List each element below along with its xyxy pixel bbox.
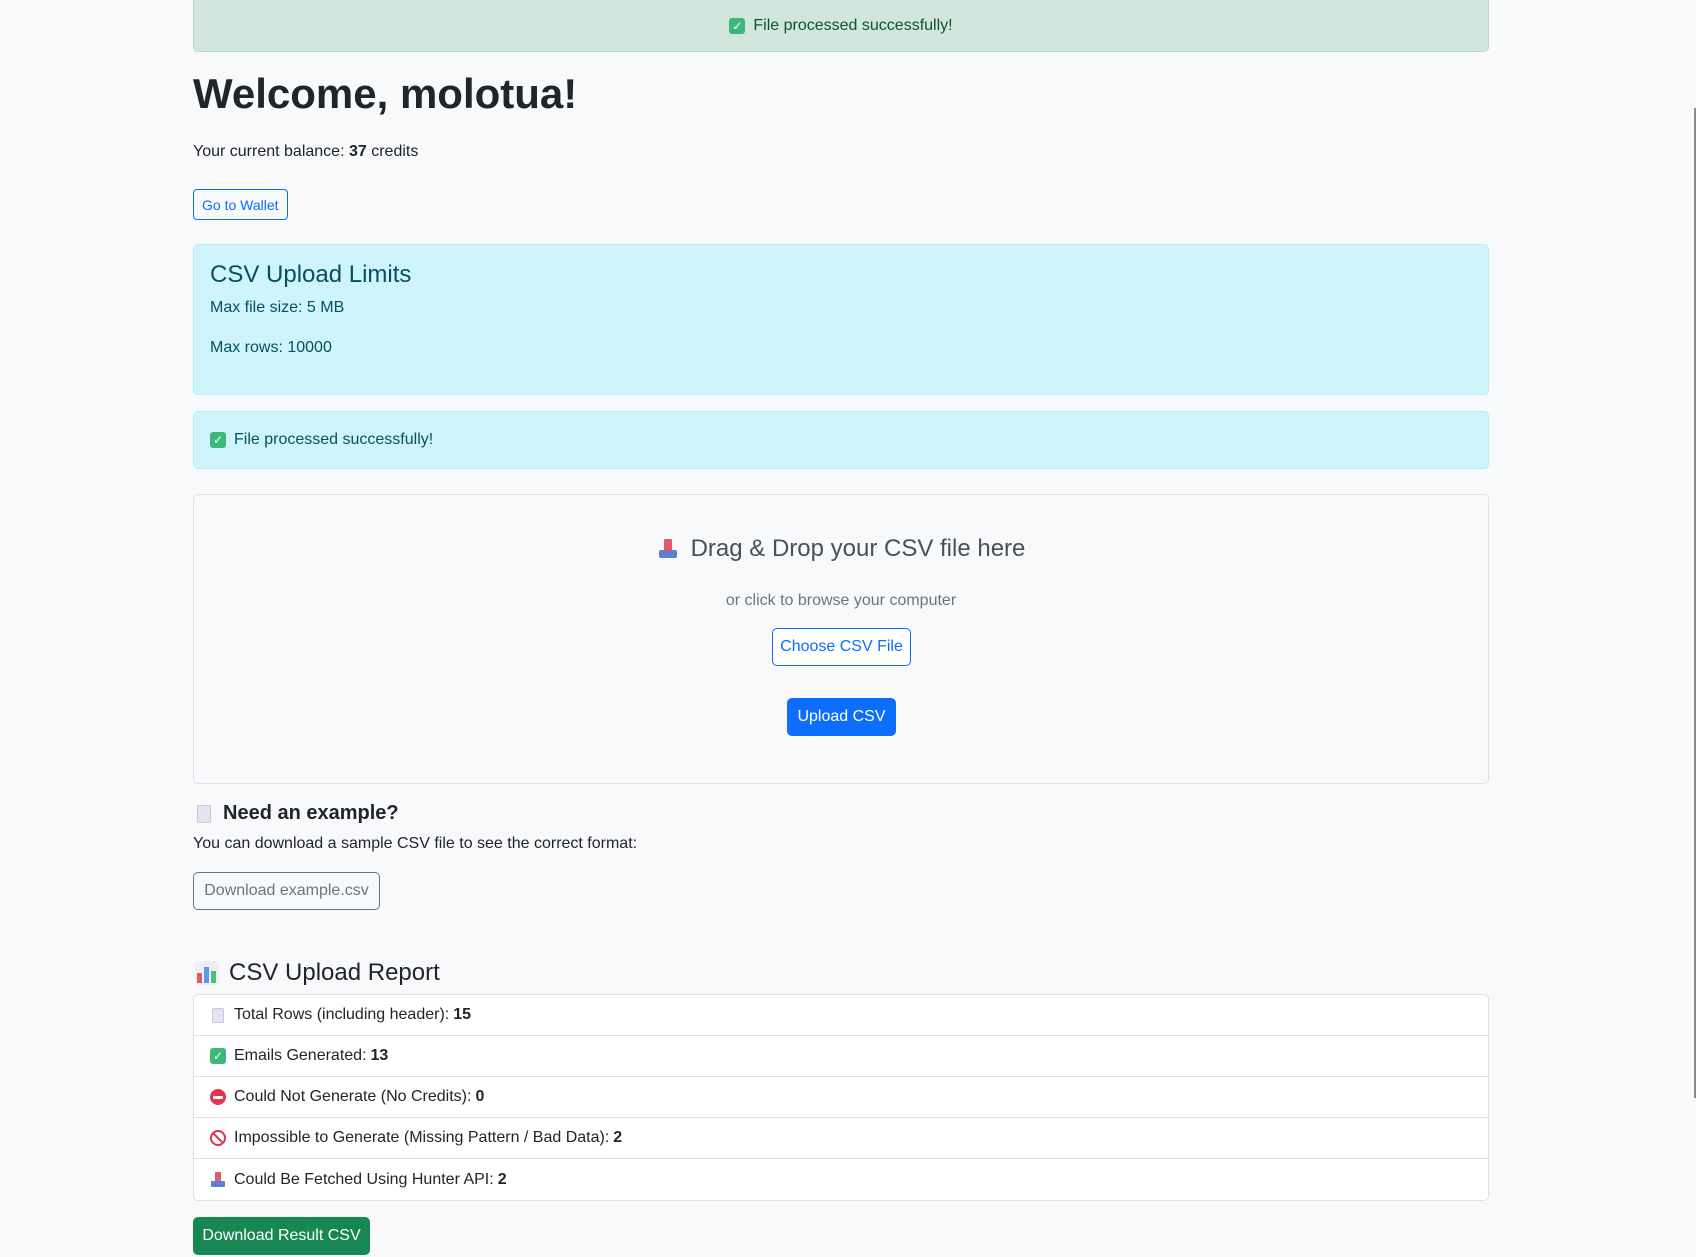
report-label: Could Be Fetched Using Hunter API: bbox=[234, 1170, 494, 1188]
list-item: Total Rows (including header): 15 bbox=[194, 995, 1488, 1036]
report-value: 0 bbox=[475, 1088, 485, 1105]
list-item: Could Not Generate (No Credits): 0 bbox=[194, 1077, 1488, 1118]
download-example-button[interactable]: Download example.csv bbox=[193, 872, 380, 910]
balance-suffix: credits bbox=[371, 143, 419, 160]
check-mark-icon: ✓ bbox=[210, 1048, 226, 1064]
report-value: 15 bbox=[453, 1006, 472, 1023]
choose-csv-button[interactable]: Choose CSV File bbox=[772, 628, 911, 666]
dropzone-title: Drag & Drop your CSV file here bbox=[194, 535, 1488, 563]
document-icon bbox=[212, 1007, 224, 1023]
balance-text: Your current balance: 37 credits bbox=[193, 143, 418, 161]
report-label: Emails Generated: bbox=[234, 1047, 367, 1064]
balance-prefix: Your current balance: bbox=[193, 143, 345, 160]
list-item: Could Be Fetched Using Hunter API: 2 bbox=[194, 1159, 1488, 1200]
upload-csv-button[interactable]: Upload CSV bbox=[787, 698, 896, 736]
example-heading: Need an example? bbox=[193, 802, 399, 825]
csv-dropzone[interactable]: Drag & Drop your CSV file here or click … bbox=[193, 494, 1489, 784]
download-result-button[interactable]: Download Result CSV bbox=[193, 1217, 370, 1255]
go-to-wallet-button[interactable]: Go to Wallet bbox=[193, 189, 288, 220]
max-file-size-text: Max file size: 5 MB bbox=[210, 299, 345, 316]
page-title: Welcome, molotua! bbox=[193, 70, 578, 117]
document-icon bbox=[197, 804, 211, 823]
report-value: 13 bbox=[370, 1047, 389, 1064]
report-heading: CSV Upload Report bbox=[193, 959, 440, 987]
list-item: ✓ Emails Generated: 13 bbox=[194, 1036, 1488, 1077]
list-item: Impossible to Generate (Missing Pattern … bbox=[194, 1118, 1488, 1159]
dropzone-title-text: Drag & Drop your CSV file here bbox=[690, 535, 1026, 562]
check-mark-icon: ✓ bbox=[210, 432, 226, 448]
report-value: 2 bbox=[497, 1170, 507, 1188]
prohibited-icon bbox=[210, 1130, 226, 1146]
report-list: Total Rows (including header): 15 ✓ Emai… bbox=[193, 994, 1489, 1201]
upload-limits-title: CSV Upload Limits bbox=[210, 261, 412, 288]
inbox-tray-icon bbox=[210, 1171, 226, 1188]
report-value: 2 bbox=[613, 1129, 623, 1146]
success-alert-text: File processed successfully! bbox=[753, 16, 953, 34]
inbox-tray-icon bbox=[657, 538, 679, 560]
success-alert: ✓ File processed successfully! bbox=[193, 0, 1489, 52]
check-mark-icon: ✓ bbox=[729, 17, 746, 34]
balance-amount: 37 bbox=[348, 143, 367, 160]
main-container: ✓ File processed successfully! Welcome, … bbox=[193, 0, 1489, 1255]
max-rows-text: Max rows: 10000 bbox=[210, 339, 332, 356]
report-label: Total Rows (including header): bbox=[234, 1006, 450, 1023]
dropzone-subtitle: or click to browse your computer bbox=[725, 592, 957, 609]
bar-chart-icon bbox=[195, 961, 219, 985]
no-entry-icon bbox=[210, 1089, 226, 1105]
info-alert: ✓ File processed successfully! bbox=[193, 411, 1489, 469]
upload-limits-panel: CSV Upload Limits Max file size: 5 MB Ma… bbox=[193, 244, 1489, 395]
report-label: Impossible to Generate (Missing Pattern … bbox=[234, 1129, 610, 1146]
info-alert-text: File processed successfully! bbox=[234, 431, 434, 448]
report-label: Could Not Generate (No Credits): bbox=[234, 1088, 472, 1105]
example-description: You can download a sample CSV file to se… bbox=[193, 835, 638, 852]
example-heading-text: Need an example? bbox=[223, 802, 399, 824]
report-heading-text: CSV Upload Report bbox=[229, 959, 440, 986]
